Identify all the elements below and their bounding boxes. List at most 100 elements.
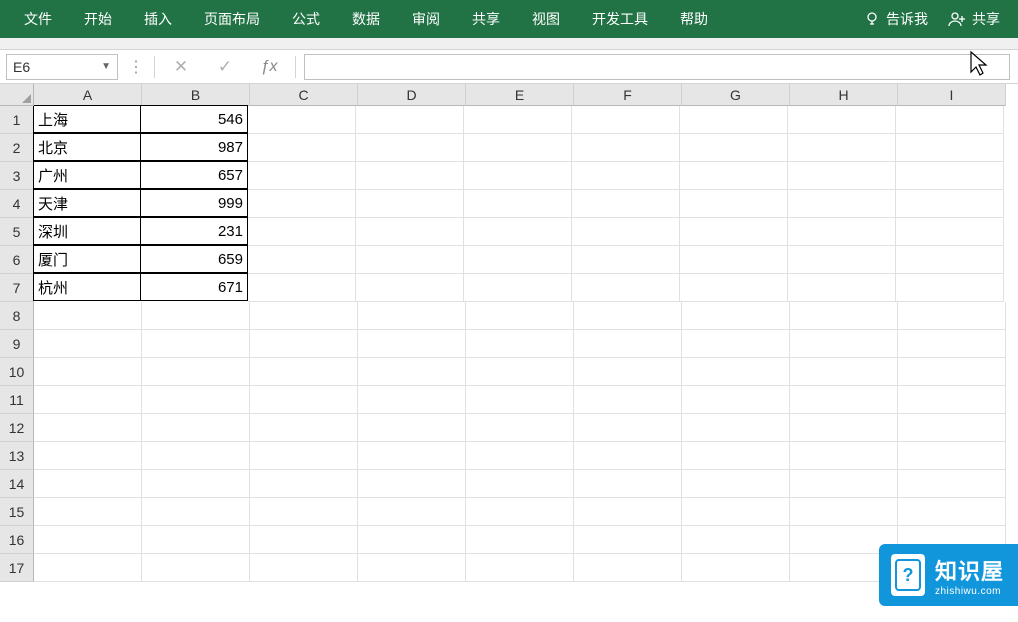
cell-E12[interactable] xyxy=(466,414,574,442)
ribbon-tab-data[interactable]: 数据 xyxy=(336,0,396,38)
cell-G4[interactable] xyxy=(680,190,788,218)
row-header-17[interactable]: 17 xyxy=(0,554,34,582)
cell-E2[interactable] xyxy=(464,134,572,162)
cell-A12[interactable] xyxy=(34,414,142,442)
cell-A1[interactable]: 上海 xyxy=(33,105,141,133)
cell-C5[interactable] xyxy=(248,218,356,246)
cell-A4[interactable]: 天津 xyxy=(33,189,141,217)
cell-F5[interactable] xyxy=(572,218,680,246)
cell-D12[interactable] xyxy=(358,414,466,442)
cell-F13[interactable] xyxy=(574,442,682,470)
cell-D1[interactable] xyxy=(356,106,464,134)
cell-B4[interactable]: 999 xyxy=(140,189,248,217)
cell-B14[interactable] xyxy=(142,470,250,498)
cell-G11[interactable] xyxy=(682,386,790,414)
cell-E14[interactable] xyxy=(466,470,574,498)
cell-G2[interactable] xyxy=(680,134,788,162)
cell-F12[interactable] xyxy=(574,414,682,442)
column-header-E[interactable]: E xyxy=(466,84,574,106)
ribbon-tab-file[interactable]: 文件 xyxy=(8,0,68,38)
row-header-1[interactable]: 1 xyxy=(0,106,34,134)
cell-B11[interactable] xyxy=(142,386,250,414)
cell-E10[interactable] xyxy=(466,358,574,386)
formula-bar-expand-dots[interactable]: ⋮ xyxy=(122,57,150,77)
cell-C15[interactable] xyxy=(250,498,358,526)
cell-G8[interactable] xyxy=(682,302,790,330)
confirm-formula-button[interactable]: ✓ xyxy=(203,52,247,82)
column-header-H[interactable]: H xyxy=(790,84,898,106)
cell-C7[interactable] xyxy=(248,274,356,302)
cell-C11[interactable] xyxy=(250,386,358,414)
cell-E5[interactable] xyxy=(464,218,572,246)
cell-F1[interactable] xyxy=(572,106,680,134)
cell-H3[interactable] xyxy=(788,162,896,190)
cell-F11[interactable] xyxy=(574,386,682,414)
chevron-down-icon[interactable]: ▼ xyxy=(101,61,111,72)
row-header-9[interactable]: 9 xyxy=(0,330,34,358)
tell-me-button[interactable]: 告诉我 xyxy=(854,0,938,38)
cell-B10[interactable] xyxy=(142,358,250,386)
cell-D7[interactable] xyxy=(356,274,464,302)
cell-E9[interactable] xyxy=(466,330,574,358)
cell-D14[interactable] xyxy=(358,470,466,498)
cell-C6[interactable] xyxy=(248,246,356,274)
cell-E11[interactable] xyxy=(466,386,574,414)
cell-B9[interactable] xyxy=(142,330,250,358)
cell-A5[interactable]: 深圳 xyxy=(33,217,141,245)
cell-I1[interactable] xyxy=(896,106,1004,134)
cell-E15[interactable] xyxy=(466,498,574,526)
cell-H14[interactable] xyxy=(790,470,898,498)
cell-D4[interactable] xyxy=(356,190,464,218)
cell-D10[interactable] xyxy=(358,358,466,386)
cell-G3[interactable] xyxy=(680,162,788,190)
cell-D6[interactable] xyxy=(356,246,464,274)
cell-I4[interactable] xyxy=(896,190,1004,218)
cell-I15[interactable] xyxy=(898,498,1006,526)
cell-B16[interactable] xyxy=(142,526,250,554)
share-button[interactable]: 共享 xyxy=(938,0,1010,38)
cell-D5[interactable] xyxy=(356,218,464,246)
cell-C8[interactable] xyxy=(250,302,358,330)
cell-D16[interactable] xyxy=(358,526,466,554)
cell-F15[interactable] xyxy=(574,498,682,526)
cell-C4[interactable] xyxy=(248,190,356,218)
cell-B17[interactable] xyxy=(142,554,250,582)
row-header-16[interactable]: 16 xyxy=(0,526,34,554)
cell-D15[interactable] xyxy=(358,498,466,526)
ribbon-tab-home[interactable]: 开始 xyxy=(68,0,128,38)
cell-E1[interactable] xyxy=(464,106,572,134)
ribbon-tab-pagelayout[interactable]: 页面布局 xyxy=(188,0,276,38)
cell-C17[interactable] xyxy=(250,554,358,582)
cell-C3[interactable] xyxy=(248,162,356,190)
cell-I13[interactable] xyxy=(898,442,1006,470)
row-header-14[interactable]: 14 xyxy=(0,470,34,498)
cell-F9[interactable] xyxy=(574,330,682,358)
cell-H5[interactable] xyxy=(788,218,896,246)
cell-I7[interactable] xyxy=(896,274,1004,302)
cell-G16[interactable] xyxy=(682,526,790,554)
cell-F17[interactable] xyxy=(574,554,682,582)
cell-G1[interactable] xyxy=(680,106,788,134)
cell-G15[interactable] xyxy=(682,498,790,526)
cell-B6[interactable]: 659 xyxy=(140,245,248,273)
cell-G12[interactable] xyxy=(682,414,790,442)
row-header-5[interactable]: 5 xyxy=(0,218,34,246)
cell-H7[interactable] xyxy=(788,274,896,302)
row-header-8[interactable]: 8 xyxy=(0,302,34,330)
cell-D11[interactable] xyxy=(358,386,466,414)
cell-A17[interactable] xyxy=(34,554,142,582)
cell-B5[interactable]: 231 xyxy=(140,217,248,245)
cell-E13[interactable] xyxy=(466,442,574,470)
cell-I5[interactable] xyxy=(896,218,1004,246)
cell-C12[interactable] xyxy=(250,414,358,442)
row-header-11[interactable]: 11 xyxy=(0,386,34,414)
cell-H11[interactable] xyxy=(790,386,898,414)
spreadsheet-grid[interactable]: ABCDEFGHI 1上海5462北京9873广州6574天津9995深圳231… xyxy=(0,84,1018,622)
cell-D2[interactable] xyxy=(356,134,464,162)
cell-I9[interactable] xyxy=(898,330,1006,358)
cell-E8[interactable] xyxy=(466,302,574,330)
cell-D3[interactable] xyxy=(356,162,464,190)
cell-G7[interactable] xyxy=(680,274,788,302)
cell-B1[interactable]: 546 xyxy=(140,105,248,133)
ribbon-tab-formulas[interactable]: 公式 xyxy=(276,0,336,38)
